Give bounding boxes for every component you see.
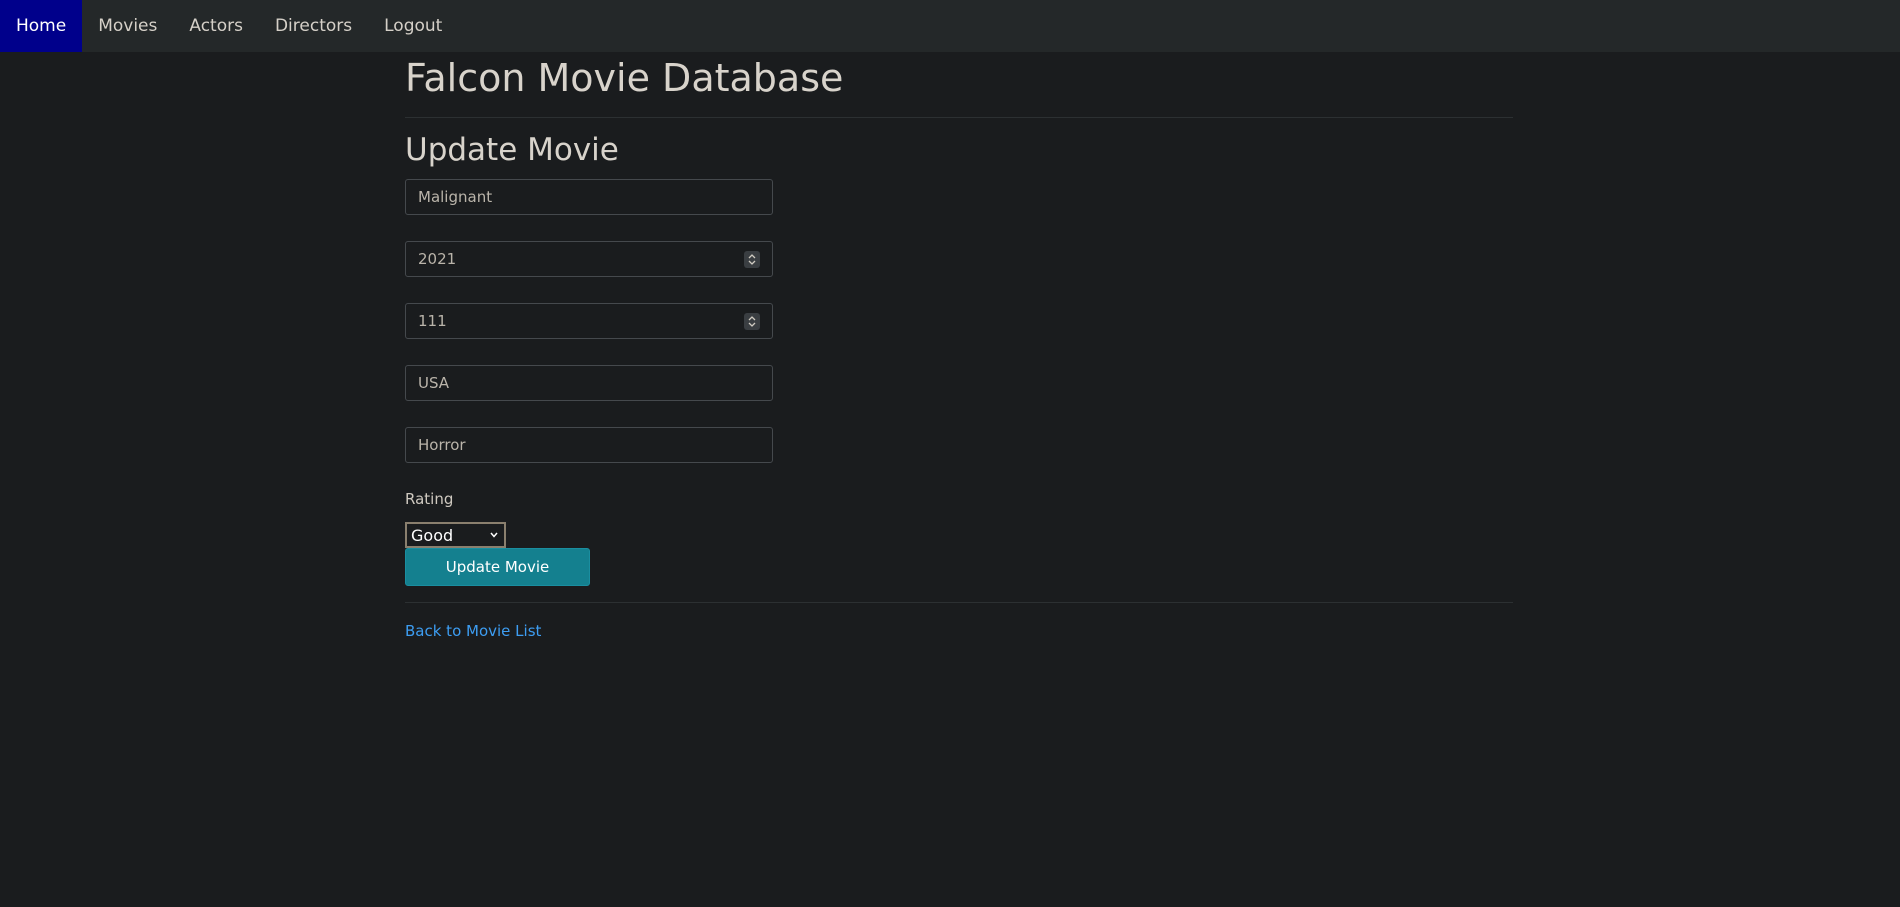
nav-actors[interactable]: Actors bbox=[173, 0, 259, 52]
movie-title-input[interactable] bbox=[406, 180, 772, 214]
nav-directors[interactable]: Directors bbox=[259, 0, 368, 52]
genre-input[interactable] bbox=[406, 428, 772, 462]
top-navbar: Home Movies Actors Directors Logout bbox=[0, 0, 1900, 52]
rating-select[interactable]: Good bbox=[405, 522, 506, 548]
rating-selected-value: Good bbox=[411, 525, 454, 545]
back-to-movie-list-link[interactable]: Back to Movie List bbox=[405, 622, 541, 640]
form-title: Update Movie bbox=[405, 132, 619, 168]
year-stepper[interactable] bbox=[744, 251, 760, 268]
movie-title-field bbox=[405, 179, 773, 215]
nav-movies[interactable]: Movies bbox=[82, 0, 173, 52]
runtime-field bbox=[405, 303, 773, 339]
title-divider bbox=[405, 117, 1513, 118]
footer-divider bbox=[405, 602, 1513, 603]
country-input[interactable] bbox=[406, 366, 772, 400]
runtime-input[interactable] bbox=[406, 304, 772, 338]
stepper-arrows-icon bbox=[748, 254, 756, 265]
nav-logout[interactable]: Logout bbox=[368, 0, 458, 52]
update-movie-button[interactable]: Update Movie bbox=[405, 548, 590, 586]
nav-home[interactable]: Home bbox=[0, 0, 83, 52]
year-field bbox=[405, 241, 773, 277]
stepper-arrows-icon bbox=[748, 316, 756, 327]
page-title: Falcon Movie Database bbox=[405, 56, 844, 100]
year-input[interactable] bbox=[406, 242, 772, 276]
chevron-down-icon bbox=[490, 532, 498, 538]
country-field bbox=[405, 365, 773, 401]
genre-field bbox=[405, 427, 773, 463]
runtime-stepper[interactable] bbox=[744, 313, 760, 330]
rating-label: Rating bbox=[405, 490, 454, 508]
